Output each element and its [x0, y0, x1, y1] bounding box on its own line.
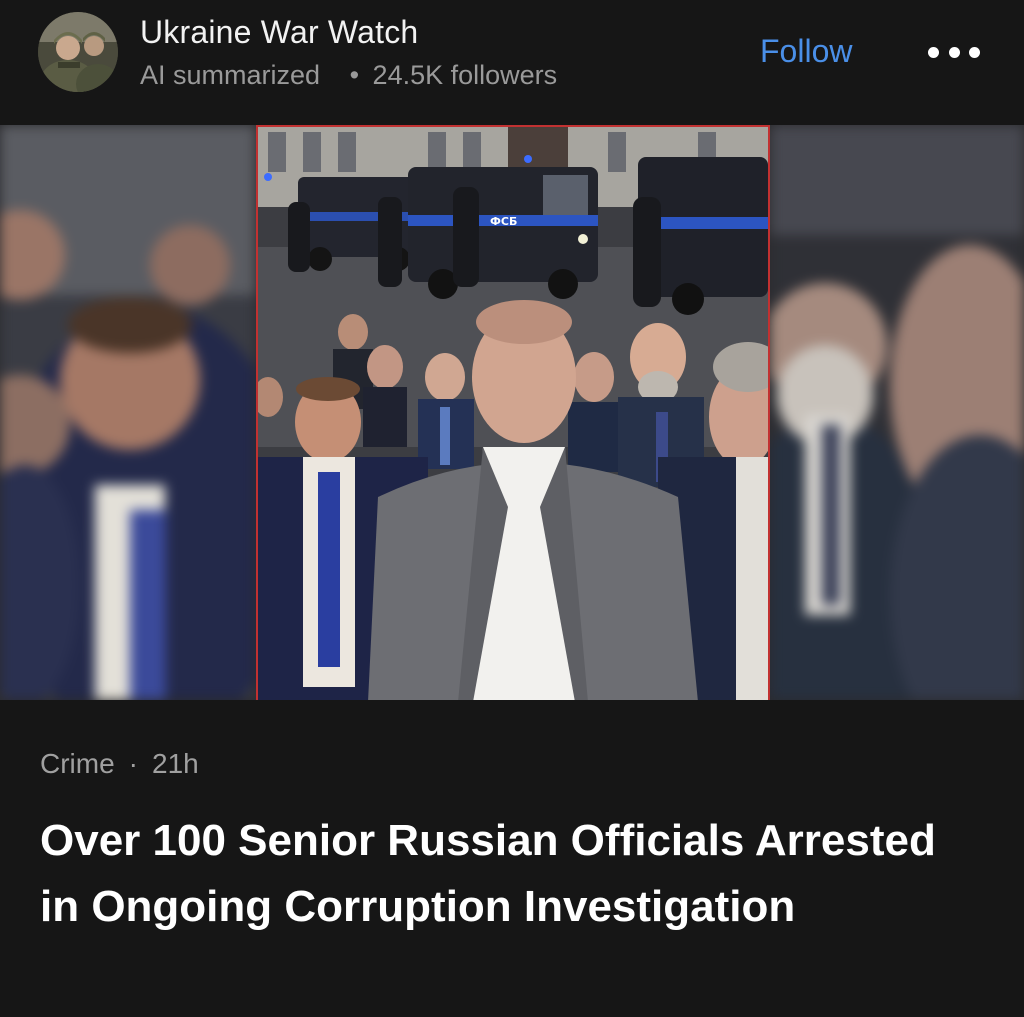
source-meta: AI summarized • 24.5K followers — [140, 60, 557, 91]
meta-separator: · — [128, 748, 138, 779]
article-headline[interactable]: Over 100 Senior Russian Officials Arrest… — [40, 808, 940, 940]
meta-separator: • — [349, 60, 360, 90]
article-age: 21h — [152, 748, 199, 779]
follower-count: 24.5K followers — [372, 60, 558, 90]
hero-blur-right — [770, 125, 1024, 700]
follow-button[interactable]: Follow — [760, 33, 852, 70]
article-meta: Crime · 21h — [40, 748, 199, 780]
fsb-van: ФСБ — [408, 167, 598, 299]
source-name[interactable]: Ukraine War Watch — [140, 14, 418, 51]
source-avatar[interactable] — [38, 12, 118, 92]
article-card[interactable]: Crime · 21h Over 100 Senior Russian Offici… — [0, 700, 1024, 1017]
hero-photo-frame: ФСБ — [256, 125, 770, 700]
ai-summarized-label: AI summarized — [140, 60, 321, 90]
soldier-avatar-image — [38, 12, 118, 92]
more-dot — [948, 46, 960, 58]
more-dot — [969, 46, 980, 58]
more-dot — [928, 46, 939, 58]
article-hero-image[interactable]: ФСБ — [0, 125, 1024, 700]
van-marking: ФСБ — [490, 215, 517, 228]
article-category[interactable]: Crime — [40, 748, 115, 779]
fsb-arrest-photo: ФСБ — [258, 127, 768, 700]
hero-blur-left — [0, 125, 256, 700]
more-options-icon[interactable] — [928, 40, 980, 64]
source-header: Ukraine War Watch AI summarized • 24.5K … — [0, 0, 1024, 125]
